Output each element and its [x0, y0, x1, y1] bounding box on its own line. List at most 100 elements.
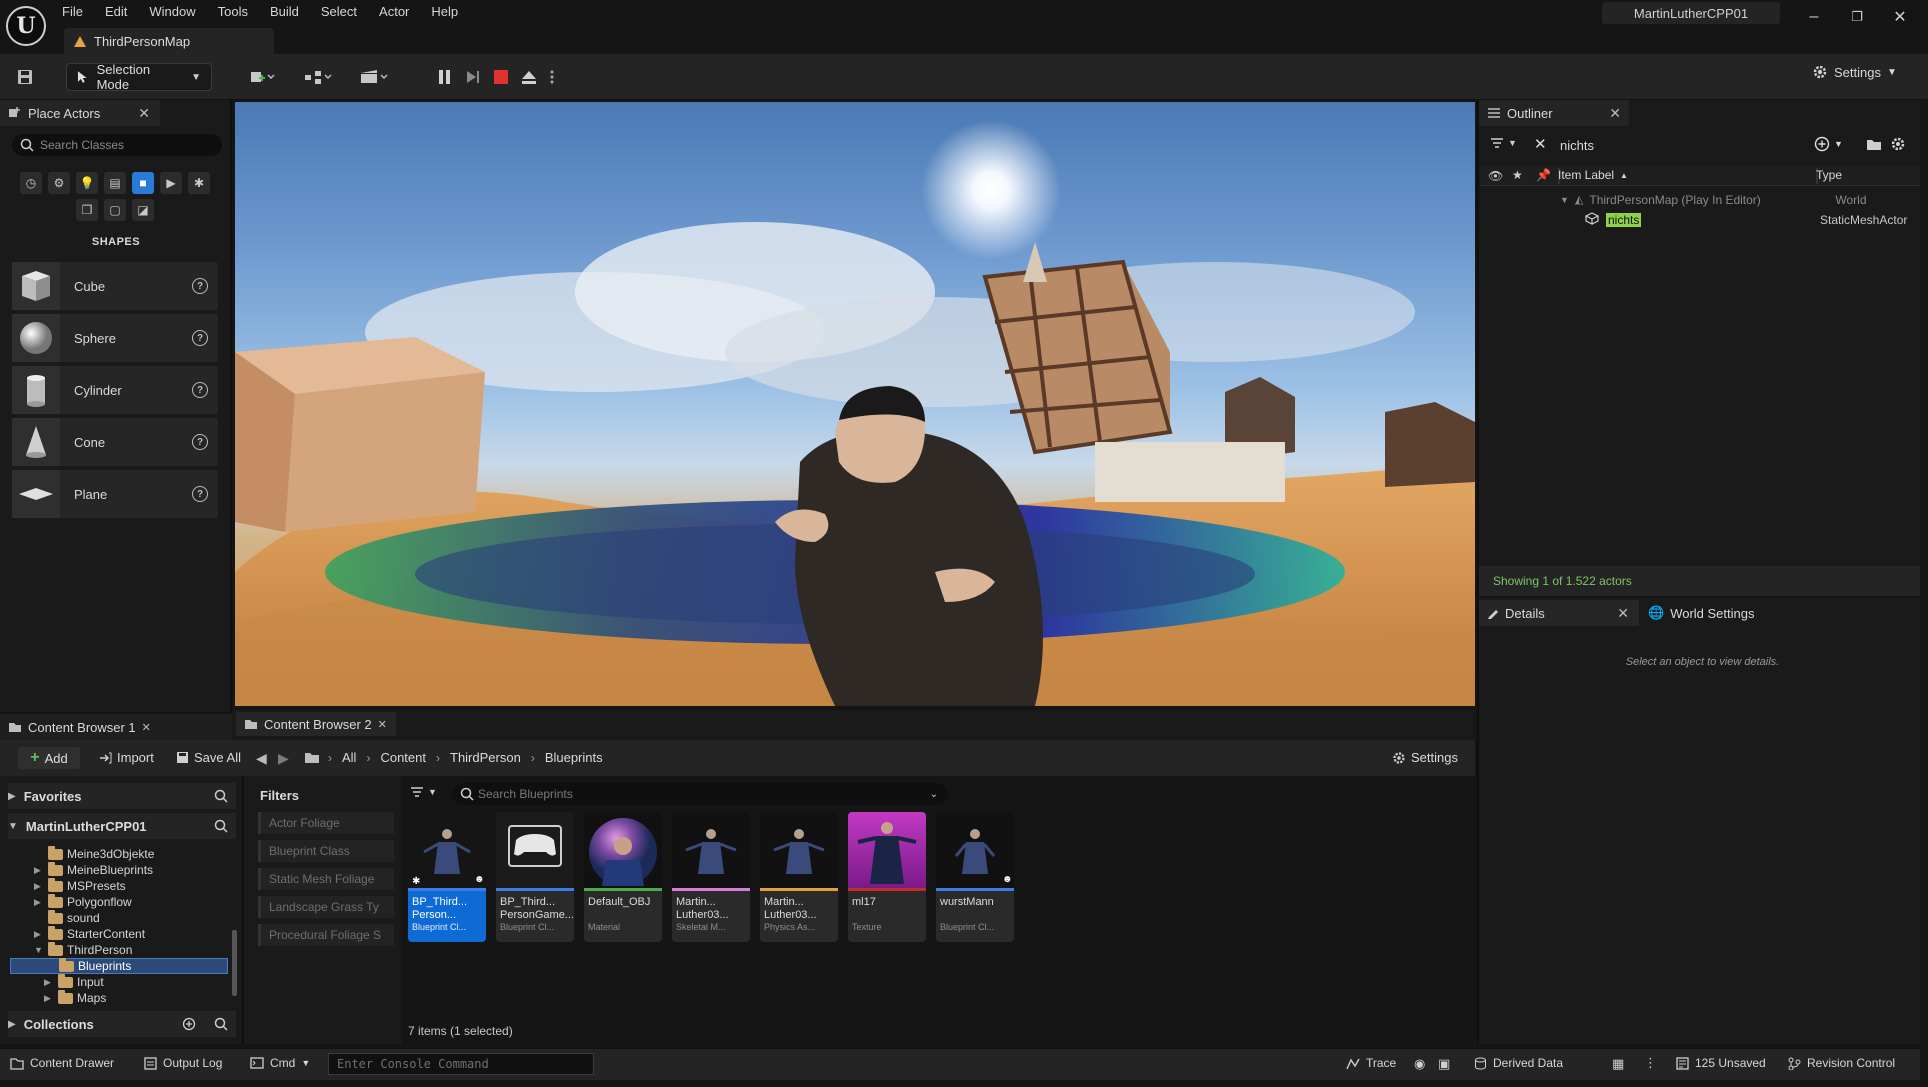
- lights-icon[interactable]: 💡: [76, 172, 98, 194]
- menu-file[interactable]: File: [62, 2, 93, 22]
- tab-content-browser-1[interactable]: Content Browser 1 ✕: [0, 714, 232, 740]
- expand-triangle-icon[interactable]: ▶: [34, 865, 44, 876]
- visibility-eye-icon[interactable]: 👁: [1488, 169, 1503, 183]
- content-drawer-button[interactable]: Content Drawer: [10, 1056, 114, 1070]
- filter-landscape-grass-type[interactable]: Landscape Grass Ty: [258, 896, 394, 918]
- expand-triangle-icon[interactable]: ▶: [34, 929, 44, 940]
- cinematics-icon[interactable]: [354, 66, 394, 88]
- folder-meine3dobjekte[interactable]: Meine3dObjekte: [10, 845, 228, 862]
- filter-actor-foliage[interactable]: Actor Foliage: [258, 812, 394, 834]
- close-icon[interactable]: ✕: [1617, 605, 1629, 622]
- derived-data-button[interactable]: Derived Data: [1474, 1056, 1563, 1070]
- add-button[interactable]: + Add: [18, 747, 80, 769]
- clear-search-icon[interactable]: ✕: [1534, 135, 1547, 153]
- folder-maps[interactable]: ▶ Maps: [10, 989, 228, 1006]
- shape-cube[interactable]: Cube ?: [12, 262, 218, 310]
- visual-effects-icon[interactable]: ▶: [160, 172, 182, 194]
- shape-sphere[interactable]: Sphere ?: [12, 314, 218, 362]
- asset-tile[interactable]: ☻ ✱ BP_Third... Person... Blueprint Cl...: [408, 812, 486, 942]
- asset-tile[interactable]: ml17 Texture: [848, 812, 926, 942]
- help-icon[interactable]: ?: [192, 486, 208, 502]
- folder-sound[interactable]: sound: [10, 909, 228, 926]
- recent-icon[interactable]: ◷: [20, 172, 42, 194]
- cinematic-icon[interactable]: ▤: [104, 172, 126, 194]
- geometry-icon[interactable]: ▢: [104, 199, 126, 221]
- settings-button[interactable]: Settings ▼: [1812, 64, 1897, 80]
- tab-third-person-map[interactable]: ThirdPersonMap: [64, 28, 274, 54]
- gear-icon[interactable]: [1890, 136, 1906, 155]
- search-classes-input[interactable]: Search Classes: [12, 134, 222, 156]
- folder-icon[interactable]: [304, 751, 320, 767]
- help-icon[interactable]: ?: [192, 278, 208, 294]
- filter-procedural-foliage[interactable]: Procedural Foliage S: [258, 924, 394, 946]
- cmd-dropdown[interactable]: Cmd ▼: [250, 1056, 310, 1070]
- world-settings-tab[interactable]: 🌐 World Settings: [1640, 600, 1800, 626]
- menu-window[interactable]: Window: [149, 2, 205, 22]
- pause-icon[interactable]: [434, 66, 456, 88]
- search-blueprints-input[interactable]: Search Blueprints ⌄: [452, 783, 948, 805]
- menu-select[interactable]: Select: [321, 2, 367, 22]
- new-folder-icon[interactable]: [1866, 137, 1882, 154]
- menu-build[interactable]: Build: [270, 2, 309, 22]
- menu-edit[interactable]: Edit: [105, 2, 137, 22]
- pin-icon[interactable]: 📌: [1536, 168, 1551, 182]
- place-actors-tab[interactable]: Place Actors ✕: [0, 100, 160, 126]
- asset-filter-button[interactable]: ▼: [410, 786, 437, 798]
- item-label-column[interactable]: Item Label ▲: [1558, 168, 1628, 182]
- folder-input[interactable]: ▶ Input: [10, 973, 228, 990]
- expand-triangle-icon[interactable]: ▶: [34, 897, 44, 908]
- folder-polygonflow[interactable]: ▶ Polygonflow: [10, 893, 228, 910]
- folder-thirdperson[interactable]: ▼ ThirdPerson: [10, 941, 228, 958]
- details-tab[interactable]: Details ✕: [1479, 600, 1639, 626]
- add-circle-icon[interactable]: [182, 1017, 196, 1031]
- level-viewport[interactable]: [235, 102, 1475, 706]
- stop-icon[interactable]: [490, 66, 512, 88]
- trace-button[interactable]: Trace: [1346, 1056, 1396, 1070]
- shape-plane[interactable]: Plane ?: [12, 470, 218, 518]
- favorite-star-icon[interactable]: ★: [1512, 168, 1523, 182]
- favorites-section[interactable]: ▶ Favorites: [8, 783, 236, 809]
- outliner-search-input[interactable]: nichts: [1560, 134, 1832, 156]
- type-column[interactable]: Type: [1816, 168, 1842, 182]
- help-icon[interactable]: ?: [192, 434, 208, 450]
- tab-content-browser-2[interactable]: Content Browser 2 ✕: [236, 712, 396, 736]
- shapes-icon[interactable]: ■: [132, 172, 154, 194]
- import-button[interactable]: Import: [98, 750, 154, 765]
- outliner-row-world[interactable]: ▼ ◭ ThirdPersonMap (Play In Editor) Worl…: [1480, 190, 1926, 209]
- selection-mode-dropdown[interactable]: Selection Mode ▼: [66, 62, 212, 92]
- close-icon[interactable]: ✕: [142, 721, 151, 734]
- history-forward-icon[interactable]: ▶: [278, 750, 289, 767]
- menu-actor[interactable]: Actor: [379, 2, 419, 22]
- folder-startercontent[interactable]: ▶ StarterContent: [10, 925, 228, 942]
- collapse-triangle-icon[interactable]: ▼: [34, 945, 44, 955]
- shape-cylinder[interactable]: Cylinder ?: [12, 366, 218, 414]
- breadcrumb-blueprints[interactable]: Blueprints: [545, 750, 603, 765]
- add-filter-button[interactable]: ▼: [1814, 136, 1843, 152]
- outliner-tab[interactable]: Outliner ✕: [1479, 100, 1629, 126]
- all-classes-icon[interactable]: ❐: [76, 199, 98, 221]
- blueprint-menu-icon[interactable]: [298, 66, 338, 88]
- collections-section[interactable]: ▶ Collections: [8, 1011, 236, 1037]
- close-icon[interactable]: ✕: [1609, 105, 1621, 122]
- search-icon[interactable]: [214, 819, 228, 833]
- close-window-button[interactable]: ✕: [1879, 2, 1921, 32]
- save-icon[interactable]: [14, 66, 36, 88]
- help-icon[interactable]: ?: [192, 382, 208, 398]
- outliner-filter-button[interactable]: ▼: [1490, 137, 1517, 149]
- more-options-icon[interactable]: ⋮: [1644, 1055, 1657, 1071]
- breadcrumb-all[interactable]: All: [342, 750, 356, 765]
- console-command-input[interactable]: Enter Console Command: [328, 1053, 594, 1075]
- menu-tools[interactable]: Tools: [218, 2, 258, 22]
- expand-triangle-icon[interactable]: ▶: [44, 993, 54, 1004]
- close-icon[interactable]: ✕: [378, 718, 387, 731]
- unsaved-button[interactable]: 125 Unsaved: [1676, 1056, 1766, 1070]
- asset-tile[interactable]: BP_Third... PersonGame... Blueprint Cl..…: [496, 812, 574, 942]
- help-icon[interactable]: ?: [192, 330, 208, 346]
- record-icon[interactable]: ◉: [1414, 1056, 1425, 1072]
- breadcrumb-third-person[interactable]: ThirdPerson: [450, 750, 521, 765]
- eject-icon[interactable]: [518, 66, 540, 88]
- folder-meineblueprints[interactable]: ▶ MeineBlueprints: [10, 861, 228, 878]
- menu-help[interactable]: Help: [431, 2, 468, 22]
- navigation-icon[interactable]: ◪: [132, 199, 154, 221]
- project-root-section[interactable]: ▼ MartinLutherCPP01: [8, 813, 236, 839]
